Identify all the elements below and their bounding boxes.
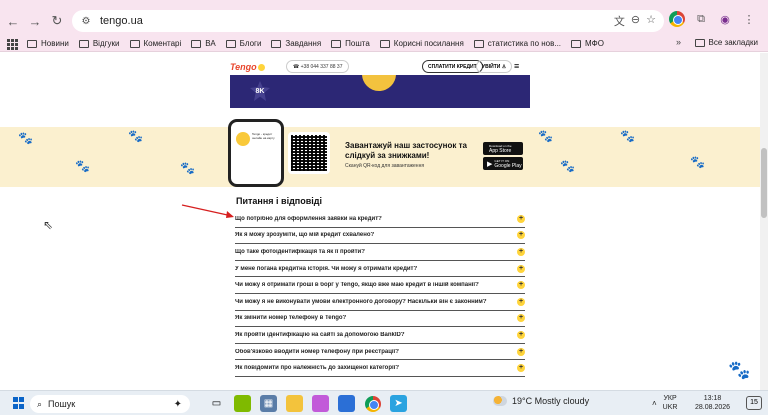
bookmark-label: Пошта bbox=[345, 39, 370, 48]
extension-color-icon[interactable] bbox=[668, 10, 686, 28]
web-page: Tengo ☎ +38 044 337 88 37 СПЛАТИТИ КРЕДИ… bbox=[0, 53, 768, 390]
translate-icon[interactable]: 文 bbox=[614, 13, 625, 29]
bookmark-folder[interactable]: Відгуки bbox=[78, 39, 120, 48]
all-bookmarks[interactable]: Все закладки bbox=[694, 38, 758, 47]
copilot-app-icon[interactable] bbox=[312, 395, 329, 412]
chat-paw-icon[interactable]: 🐾 bbox=[728, 360, 752, 384]
folder-icon bbox=[27, 39, 37, 48]
task-view-icon[interactable]: ▭ bbox=[208, 395, 225, 412]
store-app-icon[interactable] bbox=[234, 395, 251, 412]
bookmark-label: Завдання bbox=[285, 39, 322, 48]
file-explorer-icon[interactable] bbox=[286, 395, 303, 412]
folder-icon bbox=[379, 39, 390, 48]
bookmark-folder[interactable]: Коментарі bbox=[129, 39, 182, 48]
url-text: tengo.ua bbox=[100, 15, 143, 27]
bookmark-folder[interactable]: МФО bbox=[571, 39, 604, 48]
bookmark-label: МФО bbox=[585, 39, 604, 48]
search-label: Пошук bbox=[48, 399, 76, 409]
menu-dots-icon[interactable]: ⋮ bbox=[740, 10, 758, 28]
folder-icon bbox=[331, 39, 342, 48]
notification-badge[interactable]: 15 bbox=[746, 396, 762, 410]
weather-widget[interactable]: 19°C Mostly cloudy bbox=[493, 396, 589, 406]
bookmark-label: Коментарі bbox=[143, 39, 182, 48]
bookmark-folder[interactable]: Пошта bbox=[331, 39, 370, 48]
system-tray: ˄ УКР UKR bbox=[652, 394, 677, 412]
folder-icon bbox=[191, 39, 202, 48]
bookmarks-bar: Новини Відгуки Коментарі ВА Блоги Завдан… bbox=[0, 36, 768, 52]
folder-icon bbox=[129, 39, 140, 48]
bookmark-folder[interactable]: ВА bbox=[191, 39, 216, 48]
bookmark-folder[interactable]: Завдання bbox=[271, 39, 321, 48]
windows-taskbar: ⌕ Пошук ✦ ▭ ▦ ➤ 19°C Mostly cloudy ˄ УКР… bbox=[0, 390, 768, 415]
folder-icon bbox=[78, 39, 89, 48]
apps-icon[interactable] bbox=[7, 38, 18, 50]
bookmark-folder[interactable]: Блоги bbox=[225, 39, 262, 48]
mouse-cursor-icon: ⇖ bbox=[43, 218, 54, 232]
bookmark-label: ВА bbox=[205, 39, 216, 48]
all-bookmarks-label: Все закладки bbox=[708, 38, 758, 47]
calculator-app-icon[interactable]: ▦ bbox=[260, 395, 277, 412]
more-bookmarks-icon[interactable]: » bbox=[676, 37, 681, 47]
taskbar-search[interactable]: ⌕ Пошук ✦ bbox=[30, 395, 190, 413]
folder-icon bbox=[225, 39, 236, 48]
folder-icon bbox=[571, 39, 582, 48]
clock-time: 13:18 bbox=[703, 395, 722, 402]
back-icon[interactable]: ← bbox=[4, 12, 22, 30]
address-bar[interactable]: ⚙ tengo.ua 文 ⊖ ☆ bbox=[72, 10, 664, 32]
clock-date: 28.08.2026 bbox=[695, 404, 731, 411]
bookmark-label: Блоги bbox=[239, 39, 262, 48]
search-icon: ⌕ bbox=[37, 398, 43, 409]
chrome-taskbar-icon[interactable] bbox=[364, 395, 381, 412]
tray-chevron-icon[interactable]: ˄ bbox=[652, 399, 657, 408]
red-annotation-arrow bbox=[181, 204, 234, 218]
bookmark-folder[interactable]: статистика по нов... bbox=[473, 39, 562, 48]
bookmark-folder[interactable]: Корисні посилання bbox=[379, 39, 464, 48]
bookmark-label: статистика по нов... bbox=[487, 39, 562, 48]
weather-text: 19°C Mostly cloudy bbox=[512, 396, 590, 406]
bookmark-star-icon[interactable]: ☆ bbox=[646, 13, 656, 29]
app-icon[interactable] bbox=[338, 395, 355, 412]
telegram-icon[interactable]: ➤ bbox=[390, 395, 407, 412]
bookmark-label: Новини bbox=[41, 39, 69, 48]
system-clock[interactable]: 13:18 28.08.2026 bbox=[695, 394, 730, 412]
language-indicator[interactable]: УКР UKR bbox=[663, 394, 678, 412]
folder-icon bbox=[271, 39, 282, 48]
site-info-icon[interactable]: ⚙ bbox=[78, 16, 94, 27]
reload-icon[interactable]: ↻ bbox=[48, 12, 66, 30]
bookmark-label: Відгуки bbox=[92, 39, 120, 48]
extensions-icon[interactable]: ⧉ bbox=[692, 10, 710, 28]
profile-icon[interactable]: ◉ bbox=[716, 10, 734, 28]
scrollbar-thumb[interactable] bbox=[761, 148, 767, 218]
browser-toolbar: ← → ↻ ⚙ tengo.ua 文 ⊖ ☆ ⧉ ◉ ⋮ bbox=[0, 6, 768, 36]
windows-start-icon[interactable] bbox=[13, 397, 25, 409]
folder-icon bbox=[473, 39, 484, 48]
folder-icon bbox=[694, 38, 705, 47]
bookmark-folder[interactable]: Новини bbox=[27, 39, 69, 48]
zoom-icon[interactable]: ⊖ bbox=[631, 13, 640, 29]
weather-icon bbox=[493, 396, 507, 406]
bookmark-label: Корисні посилання bbox=[393, 39, 464, 48]
page-scrollbar[interactable] bbox=[760, 53, 768, 390]
forward-icon[interactable]: → bbox=[26, 12, 44, 30]
copilot-sparkle-icon: ✦ bbox=[173, 398, 182, 410]
